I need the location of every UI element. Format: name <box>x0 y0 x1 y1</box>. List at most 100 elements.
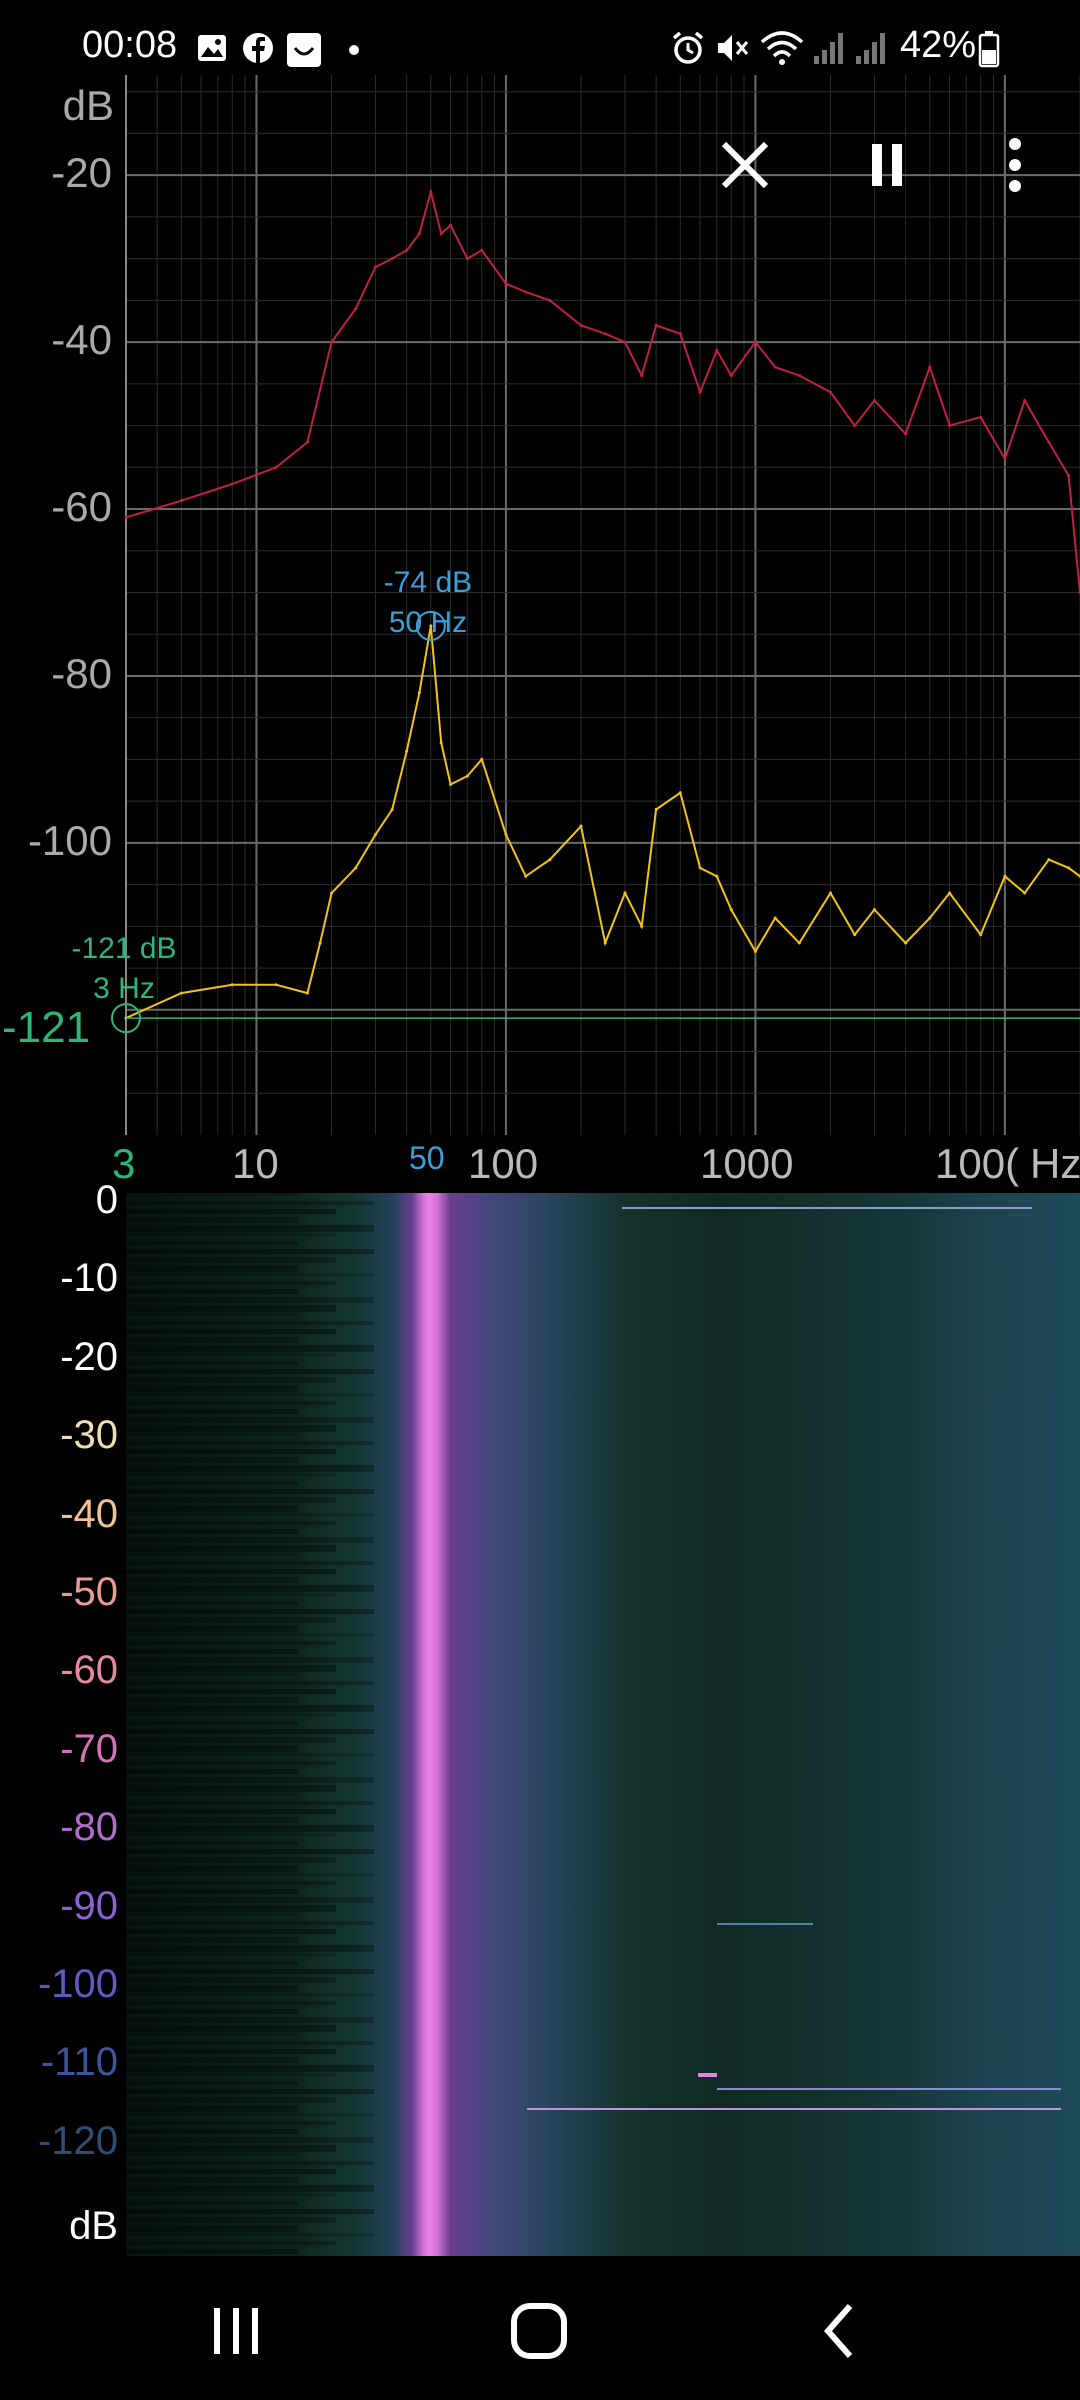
recents-button[interactable] <box>196 2296 276 2366</box>
series-point <box>480 757 484 761</box>
gallery-icon <box>198 35 226 61</box>
x-tick-100: 100 <box>468 1140 539 1187</box>
spectrogram-y-tick: -120 <box>37 2118 118 2163</box>
spectrogram-y-tick: -10 <box>60 1256 118 1301</box>
series-point <box>1003 457 1007 461</box>
spectrogram-noise-band <box>126 2025 336 2032</box>
series-point <box>579 323 583 327</box>
close-button[interactable] <box>710 130 780 200</box>
x-tick-1000: 1000 <box>700 1140 794 1187</box>
spectrogram-noise-band <box>126 1817 298 1823</box>
spectrogram-y-tick: -40 <box>60 1491 118 1536</box>
series-point <box>1067 866 1071 870</box>
spectrogram-noise-band <box>126 1393 375 1396</box>
spectrogram-noise-band <box>126 2193 336 2196</box>
spectrogram-noise-band <box>126 1849 375 1854</box>
spectrogram-noise-band <box>126 1273 375 1276</box>
spectrogram-noise-band <box>126 1769 298 1774</box>
spectrum-chart[interactable] <box>0 75 1080 1175</box>
spectrogram-noise-band <box>126 1257 336 1263</box>
series-point <box>504 282 508 286</box>
series-point <box>449 782 453 786</box>
spectrogram-noise-band <box>126 1673 298 1676</box>
home-icon <box>511 2303 567 2359</box>
signal-icon <box>814 33 843 64</box>
y-tick-label: -60 <box>51 483 112 531</box>
spectrogram-noise-band <box>126 1633 375 1636</box>
spectrogram-noise-band <box>126 1593 336 1596</box>
spectrogram-noise-band <box>126 1729 375 1734</box>
series-live-line <box>125 625 1080 1020</box>
more-options-button[interactable] <box>980 130 1050 200</box>
series-point <box>124 515 128 519</box>
spectrogram-noise-band <box>126 1617 336 1623</box>
spectrogram-noise-band <box>126 1945 375 1952</box>
spectrogram-noise-band <box>126 1577 298 1583</box>
spectrogram-noise-band <box>126 2121 336 2125</box>
series-point <box>979 933 983 937</box>
series-point <box>305 440 309 444</box>
spectrogram[interactable] <box>126 1193 1080 2256</box>
series-point <box>948 424 952 428</box>
spectrogram-noise-band <box>126 1513 375 1516</box>
spectrogram-y-tick: -70 <box>60 1726 118 1771</box>
back-button[interactable] <box>800 2296 880 2366</box>
spectrogram-noise-band <box>126 2169 336 2174</box>
navigation-bar <box>0 2256 1080 2400</box>
spectrogram-noise-band <box>126 1265 298 1272</box>
spectrogram-noise-band <box>126 1801 375 1805</box>
series-point <box>773 365 777 369</box>
spectrogram-y-tick: -50 <box>60 1570 118 1614</box>
spectrogram-noise-band <box>126 1953 336 1956</box>
spectrogram-noise-band <box>126 1609 375 1614</box>
spectrogram-noise-band <box>126 1217 298 1223</box>
series-point <box>390 257 394 261</box>
spectrogram-noise-band <box>126 1337 298 1343</box>
y-tick-label: -40 <box>51 316 112 364</box>
spectrogram-noise-band <box>126 1793 298 1796</box>
spectrogram-noise-band <box>126 1329 336 1334</box>
home-button[interactable] <box>500 2296 580 2366</box>
pause-button[interactable] <box>852 130 922 200</box>
series-point <box>853 424 857 428</box>
y-tick-label: -80 <box>51 649 112 697</box>
series-point <box>678 332 682 336</box>
alarm-icon <box>672 31 704 64</box>
series-point <box>480 248 484 252</box>
spectrogram-noise-band <box>126 1625 298 1632</box>
spectrogram-streak <box>526 2108 1061 2110</box>
cursor-hz-label: 3 Hz <box>93 972 155 1005</box>
peak-hz-label: 50 Hz <box>388 606 468 639</box>
more-vert-icon <box>1009 138 1021 192</box>
spectrogram-noise-band <box>126 1697 298 1703</box>
spectrogram-noise-band <box>126 2081 298 2085</box>
spectrogram-noise-band <box>126 1881 336 1885</box>
spectrogram-noise-band <box>126 1537 375 1543</box>
spectrogram-noise-band <box>126 1233 336 1236</box>
spectrogram-noise-band <box>126 1665 336 1672</box>
series-point <box>729 373 733 377</box>
spectrogram-noise-band <box>126 1585 375 1592</box>
series-point <box>524 290 528 294</box>
spectrogram-noise-band <box>126 2161 375 2165</box>
series-point <box>715 348 719 352</box>
series-point <box>230 983 234 987</box>
series-point <box>1023 399 1027 403</box>
spectrogram-noise-band <box>126 1761 336 1765</box>
cursor-y-label: -121 <box>2 1003 91 1052</box>
spectrum-plot[interactable] <box>0 75 1080 1175</box>
y-tick-label: -100 <box>27 816 112 864</box>
series-point <box>979 415 983 419</box>
spectrogram-noise-band <box>126 1313 298 1316</box>
spectrogram-noise-band <box>126 1553 298 1556</box>
spectrogram-noise-band <box>126 1441 375 1445</box>
series-peak-hold-line <box>125 187 1080 593</box>
spectrogram-noise-band <box>126 2185 375 2192</box>
series-point <box>829 891 833 895</box>
series-point <box>829 390 833 394</box>
series-point <box>579 824 583 828</box>
series-point <box>928 916 932 920</box>
series-point <box>1003 874 1007 878</box>
spectrogram-noise-band <box>126 1473 336 1476</box>
spectrogram-noise-band <box>126 1865 298 1872</box>
